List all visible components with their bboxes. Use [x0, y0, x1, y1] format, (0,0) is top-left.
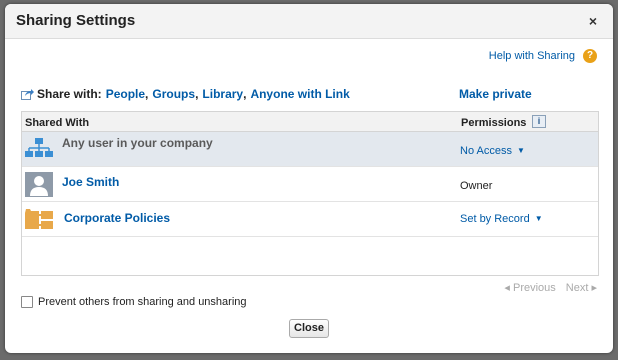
share-anyone-with-link[interactable]: Anyone with Link: [250, 87, 349, 101]
org-chart-icon: [25, 138, 53, 157]
row-name: Any user in your company: [62, 136, 213, 150]
make-private-link[interactable]: Make private: [459, 87, 532, 101]
help-with-sharing-link[interactable]: Help with Sharing: [489, 50, 575, 62]
record-link[interactable]: Corporate Policies: [64, 211, 170, 225]
info-icon[interactable]: i: [532, 115, 546, 128]
share-with-label: Share with:: [37, 87, 102, 101]
user-link[interactable]: Joe Smith: [62, 175, 119, 189]
shared-with-table: Shared With Permissions i Any user in yo…: [21, 111, 599, 276]
pagination: ◂ Previous Next ▸: [504, 281, 597, 294]
close-button[interactable]: Close: [289, 319, 329, 338]
share-groups-link[interactable]: Groups: [152, 87, 195, 101]
permission-label: Set by Record: [460, 213, 530, 225]
chevron-down-icon: ▼: [516, 146, 525, 155]
share-people-link[interactable]: People: [106, 87, 145, 101]
table-header: Shared With Permissions i: [22, 112, 598, 132]
dialog-header: Sharing Settings ×: [5, 4, 613, 39]
close-icon[interactable]: ×: [585, 13, 601, 29]
help-icon[interactable]: ?: [583, 49, 597, 63]
share-arrow-icon: [21, 89, 34, 100]
column-header-permissions: Permissions: [461, 117, 527, 129]
next-page-link[interactable]: Next ▸: [566, 281, 597, 294]
table-row: Any user in your company No Access ▼: [22, 132, 598, 167]
share-with: Share with: People, Groups, Library, Any…: [21, 87, 350, 101]
chevron-down-icon: ▼: [534, 214, 543, 223]
dialog-title: Sharing Settings: [16, 12, 136, 29]
share-library-link[interactable]: Library: [202, 87, 243, 101]
table-row: Corporate Policies Set by Record ▼: [22, 202, 598, 237]
table-row: Joe Smith Owner: [22, 167, 598, 202]
share-with-row: Share with: People, Groups, Library, Any…: [21, 87, 596, 101]
user-avatar-icon: [25, 172, 53, 197]
permission-dropdown[interactable]: Set by Record ▼: [460, 213, 543, 225]
prevent-sharing-label: Prevent others from sharing and unsharin…: [38, 296, 247, 308]
permission-label: Owner: [460, 180, 493, 192]
sharing-settings-dialog: Sharing Settings × Help with Sharing ? S…: [5, 4, 613, 353]
prevent-sharing-option: Prevent others from sharing and unsharin…: [21, 296, 247, 308]
prevent-sharing-checkbox[interactable]: [21, 296, 33, 308]
permission-dropdown[interactable]: No Access ▼: [460, 145, 525, 157]
folder-record-icon: [25, 209, 53, 229]
previous-page-link[interactable]: ◂ Previous: [504, 281, 555, 294]
help-area: Help with Sharing ?: [489, 49, 597, 63]
column-header-shared-with: Shared With: [25, 117, 90, 129]
permission-label: No Access: [460, 145, 512, 157]
